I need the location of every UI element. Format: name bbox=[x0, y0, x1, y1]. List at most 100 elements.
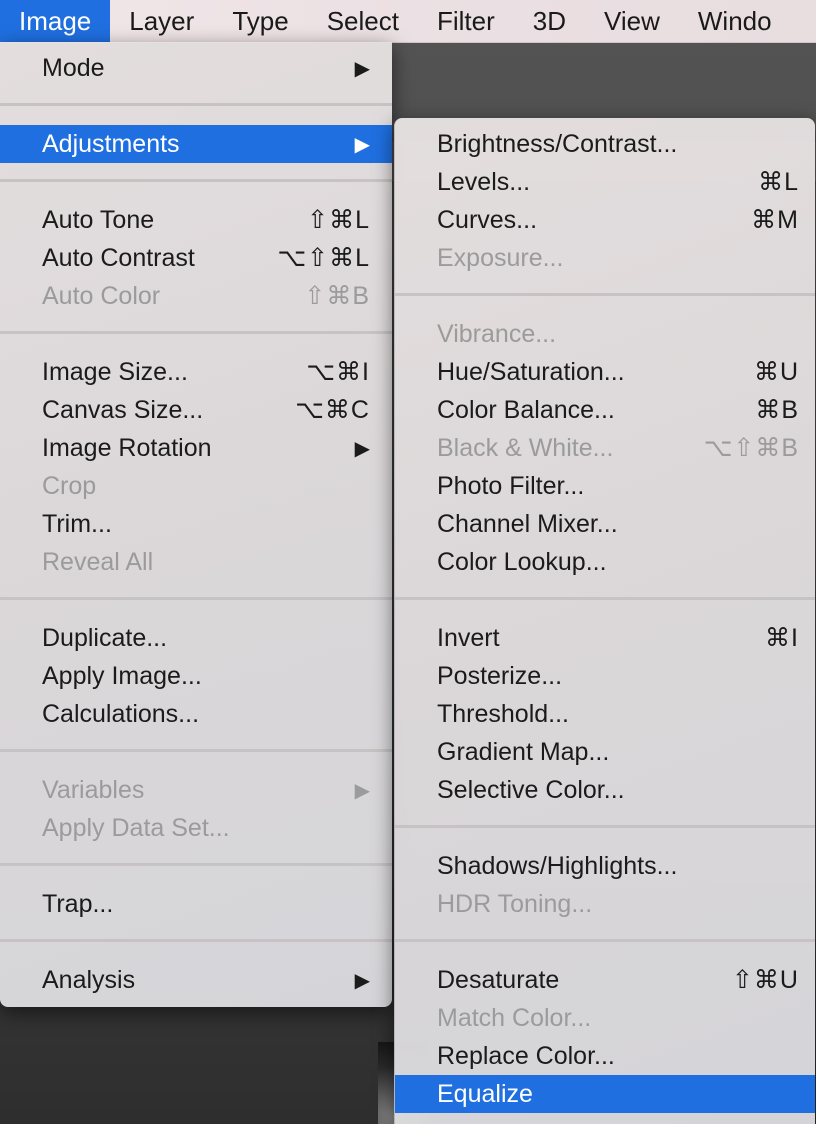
menu-item-variables: Variables ▶ bbox=[0, 771, 392, 809]
menu-item-image-rotation[interactable]: Image Rotation ▶ bbox=[0, 429, 392, 467]
menu-separator bbox=[0, 331, 392, 334]
menu-item-auto-color: Auto Color ⇧⌘B bbox=[0, 277, 392, 315]
menu-item-replace-color[interactable]: Replace Color... bbox=[395, 1037, 815, 1075]
menu-item-shortcut: ⇧⌘U bbox=[731, 966, 799, 994]
menu-item-shadows-highlights[interactable]: Shadows/Highlights... bbox=[395, 847, 815, 885]
menu-item-threshold[interactable]: Threshold... bbox=[395, 695, 815, 733]
menu-item-label: Desaturate bbox=[437, 965, 560, 994]
menu-item-photo-filter[interactable]: Photo Filter... bbox=[395, 467, 815, 505]
menubar-layer[interactable]: Layer bbox=[110, 0, 213, 42]
menu-item-shortcut: ⌘U bbox=[753, 358, 799, 386]
menu-item-posterize[interactable]: Posterize... bbox=[395, 657, 815, 695]
menu-separator bbox=[0, 597, 392, 600]
menu-item-trap[interactable]: Trap... bbox=[0, 885, 392, 923]
menu-item-label: Image Rotation bbox=[42, 433, 212, 462]
menu-item-exposure: Exposure... bbox=[395, 239, 815, 277]
menu-item-analysis[interactable]: Analysis ▶ bbox=[0, 961, 392, 999]
menu-item-curves[interactable]: Curves... ⌘M bbox=[395, 201, 815, 239]
menu-item-label: Exposure... bbox=[437, 243, 564, 272]
menu-item-channel-mixer[interactable]: Channel Mixer... bbox=[395, 505, 815, 543]
menu-item-label: Calculations... bbox=[42, 699, 200, 728]
menu-item-label: Match Color... bbox=[437, 1003, 592, 1032]
image-menu: Mode ▶ Adjustments ▶ Auto Tone ⇧⌘L Auto … bbox=[0, 42, 392, 1007]
menu-item-mode[interactable]: Mode ▶ bbox=[0, 49, 392, 87]
menu-separator bbox=[395, 939, 815, 942]
menu-item-gradient-map[interactable]: Gradient Map... bbox=[395, 733, 815, 771]
menu-item-canvas-size[interactable]: Canvas Size... ⌥⌘C bbox=[0, 391, 392, 429]
menu-item-label: Vibrance... bbox=[437, 319, 557, 348]
menu-item-label: Reveal All bbox=[42, 547, 154, 576]
menu-item-hdr-toning: HDR Toning... bbox=[395, 885, 815, 923]
menubar-select[interactable]: Select bbox=[308, 0, 418, 42]
menu-item-shortcut: ⌥⇧⌘B bbox=[703, 434, 799, 462]
menu-item-selective-color[interactable]: Selective Color... bbox=[395, 771, 815, 809]
menu-item-label: Canvas Size... bbox=[42, 395, 204, 424]
menu-item-vibrance: Vibrance... bbox=[395, 315, 815, 353]
menu-item-label: Curves... bbox=[437, 205, 538, 234]
menu-item-invert[interactable]: Invert ⌘I bbox=[395, 619, 815, 657]
menu-separator bbox=[395, 825, 815, 828]
submenu-arrow-icon: ▶ bbox=[354, 133, 370, 156]
menubar-image[interactable]: Image bbox=[0, 0, 111, 42]
menu-item-color-balance[interactable]: Color Balance... ⌘B bbox=[395, 391, 815, 429]
menu-item-color-lookup[interactable]: Color Lookup... bbox=[395, 543, 815, 581]
menu-item-calculations[interactable]: Calculations... bbox=[0, 695, 392, 733]
menu-item-label: Duplicate... bbox=[42, 623, 168, 652]
menu-item-crop: Crop bbox=[0, 467, 392, 505]
menu-separator bbox=[395, 597, 815, 600]
menu-item-label: Color Balance... bbox=[437, 395, 615, 424]
menu-item-label: Mode bbox=[42, 53, 105, 82]
submenu-arrow-icon: ▶ bbox=[354, 969, 370, 992]
menu-item-label: Apply Image... bbox=[42, 661, 202, 690]
menu-item-label: Auto Color bbox=[42, 281, 161, 310]
menu-item-auto-tone[interactable]: Auto Tone ⇧⌘L bbox=[0, 201, 392, 239]
menu-item-equalize[interactable]: Equalize bbox=[395, 1075, 815, 1113]
menubar-3d[interactable]: 3D bbox=[514, 0, 585, 42]
menu-item-match-color: Match Color... bbox=[395, 999, 815, 1037]
menu-item-shortcut: ⌘I bbox=[765, 624, 799, 652]
menu-item-label: Variables bbox=[42, 775, 145, 804]
menu-item-label: Black & White... bbox=[437, 433, 614, 462]
menu-separator bbox=[0, 179, 392, 182]
menu-item-duplicate[interactable]: Duplicate... bbox=[0, 619, 392, 657]
menu-item-adjustments[interactable]: Adjustments ▶ bbox=[0, 125, 392, 163]
menu-item-label: Replace Color... bbox=[437, 1041, 615, 1070]
menu-separator bbox=[0, 103, 392, 106]
menu-separator bbox=[0, 749, 392, 752]
menu-item-label: Adjustments bbox=[42, 129, 180, 158]
menu-item-apply-image[interactable]: Apply Image... bbox=[0, 657, 392, 695]
menu-item-label: Selective Color... bbox=[437, 775, 625, 804]
menubar-window[interactable]: Windo bbox=[679, 0, 791, 42]
submenu-arrow-icon: ▶ bbox=[354, 779, 370, 802]
menu-item-hue-saturation[interactable]: Hue/Saturation... ⌘U bbox=[395, 353, 815, 391]
menu-item-label: Apply Data Set... bbox=[42, 813, 230, 842]
menubar-view[interactable]: View bbox=[585, 0, 679, 42]
menu-item-shortcut: ⇧⌘B bbox=[304, 282, 370, 310]
menu-item-shortcut: ⌥⌘I bbox=[306, 358, 370, 386]
menu-item-auto-contrast[interactable]: Auto Contrast ⌥⇧⌘L bbox=[0, 239, 392, 277]
menu-item-label: Levels... bbox=[437, 167, 531, 196]
menu-item-reveal-all: Reveal All bbox=[0, 543, 392, 581]
menu-item-label: Crop bbox=[42, 471, 97, 500]
menu-item-label: Color Lookup... bbox=[437, 547, 607, 576]
menu-item-label: Posterize... bbox=[437, 661, 563, 690]
menu-item-label: Invert bbox=[437, 623, 500, 652]
menu-separator bbox=[395, 293, 815, 296]
submenu-arrow-icon: ▶ bbox=[354, 437, 370, 460]
menu-item-levels[interactable]: Levels... ⌘L bbox=[395, 163, 815, 201]
menu-separator bbox=[0, 863, 392, 866]
menu-item-brightness-contrast[interactable]: Brightness/Contrast... bbox=[395, 125, 815, 163]
menu-item-desaturate[interactable]: Desaturate ⇧⌘U bbox=[395, 961, 815, 999]
menu-item-shortcut: ⇧⌘L bbox=[307, 206, 370, 234]
menu-item-label: Auto Contrast bbox=[42, 243, 195, 272]
menu-item-label: Photo Filter... bbox=[437, 471, 585, 500]
menu-item-trim[interactable]: Trim... bbox=[0, 505, 392, 543]
menu-item-label: Shadows/Highlights... bbox=[437, 851, 678, 880]
menu-item-image-size[interactable]: Image Size... ⌥⌘I bbox=[0, 353, 392, 391]
menubar-type[interactable]: Type bbox=[213, 0, 307, 42]
menu-item-shortcut: ⌥⇧⌘L bbox=[277, 244, 370, 272]
menu-item-label: Threshold... bbox=[437, 699, 570, 728]
menubar-filter[interactable]: Filter bbox=[418, 0, 514, 42]
menu-item-shortcut: ⌥⌘C bbox=[295, 396, 370, 424]
menu-item-label: Gradient Map... bbox=[437, 737, 610, 766]
